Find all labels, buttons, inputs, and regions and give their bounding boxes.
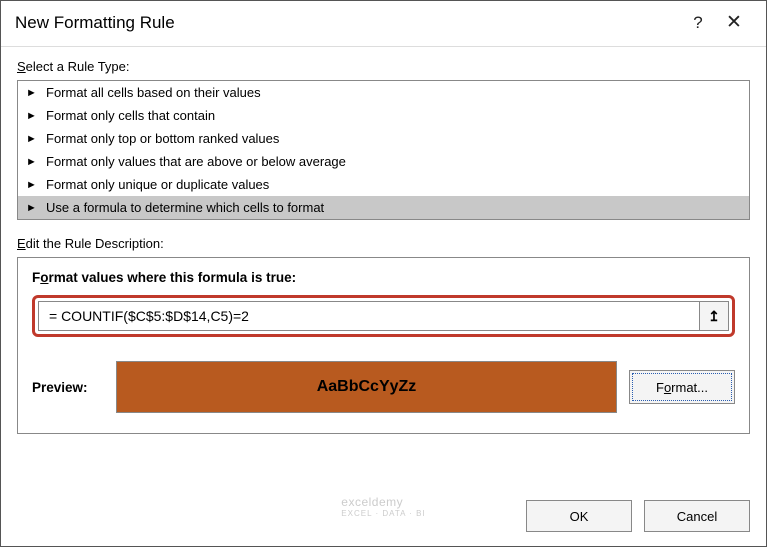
arrow-icon: ► xyxy=(26,156,40,168)
dialog-content: Select a Rule Type: ► Format all cells b… xyxy=(1,47,766,490)
cancel-button[interactable]: Cancel xyxy=(644,500,750,532)
rule-type-item[interactable]: ► Format only values that are above or b… xyxy=(18,150,749,173)
formula-row: ↥ xyxy=(32,295,735,337)
arrow-icon: ► xyxy=(26,202,40,214)
rule-type-item[interactable]: ► Format only unique or duplicate values xyxy=(18,173,749,196)
rule-type-text: Format only top or bottom ranked values xyxy=(46,131,279,146)
rule-type-label: Select a Rule Type: xyxy=(17,59,750,74)
rule-type-item-selected[interactable]: ► Use a formula to determine which cells… xyxy=(18,196,749,219)
rule-type-item[interactable]: ► Format only cells that contain xyxy=(18,104,749,127)
collapse-dialog-button[interactable]: ↥ xyxy=(699,301,729,331)
preview-swatch: AaBbCcYyZz xyxy=(116,361,617,413)
rule-type-list[interactable]: ► Format all cells based on their values… xyxy=(17,80,750,220)
arrow-icon: ► xyxy=(26,87,40,99)
format-button[interactable]: Format... xyxy=(629,370,735,404)
help-button[interactable]: ? xyxy=(680,13,716,33)
dialog-title: New Formatting Rule xyxy=(15,13,680,33)
rule-description-label: Edit the Rule Description: xyxy=(17,236,750,251)
rule-type-item[interactable]: ► Format only top or bottom ranked value… xyxy=(18,127,749,150)
rule-type-item[interactable]: ► Format all cells based on their values xyxy=(18,81,749,104)
rule-type-text: Format all cells based on their values xyxy=(46,85,261,100)
arrow-icon: ► xyxy=(26,179,40,191)
close-button[interactable]: ✕ xyxy=(716,11,752,34)
formula-input[interactable] xyxy=(38,301,699,331)
rule-type-text: Format only cells that contain xyxy=(46,108,215,123)
rule-type-text: Format only values that are above or bel… xyxy=(46,154,346,169)
ok-button[interactable]: OK xyxy=(526,500,632,532)
rule-description-box: Format values where this formula is true… xyxy=(17,257,750,434)
dialog-footer: exceldemy EXCEL · DATA · BI OK Cancel xyxy=(1,490,766,546)
rule-type-text: Format only unique or duplicate values xyxy=(46,177,269,192)
new-formatting-rule-dialog: New Formatting Rule ? ✕ Select a Rule Ty… xyxy=(0,0,767,547)
rule-type-text: Use a formula to determine which cells t… xyxy=(46,200,324,215)
collapse-icon: ↥ xyxy=(708,308,720,325)
arrow-icon: ► xyxy=(26,110,40,122)
arrow-icon: ► xyxy=(26,133,40,145)
preview-sample-text: AaBbCcYyZz xyxy=(317,378,417,396)
preview-label: Preview: xyxy=(32,380,104,395)
formula-label: Format values where this formula is true… xyxy=(32,270,735,285)
preview-row: Preview: AaBbCcYyZz Format... xyxy=(32,361,735,413)
titlebar: New Formatting Rule ? ✕ xyxy=(1,1,766,47)
watermark: exceldemy EXCEL · DATA · BI xyxy=(341,495,425,518)
